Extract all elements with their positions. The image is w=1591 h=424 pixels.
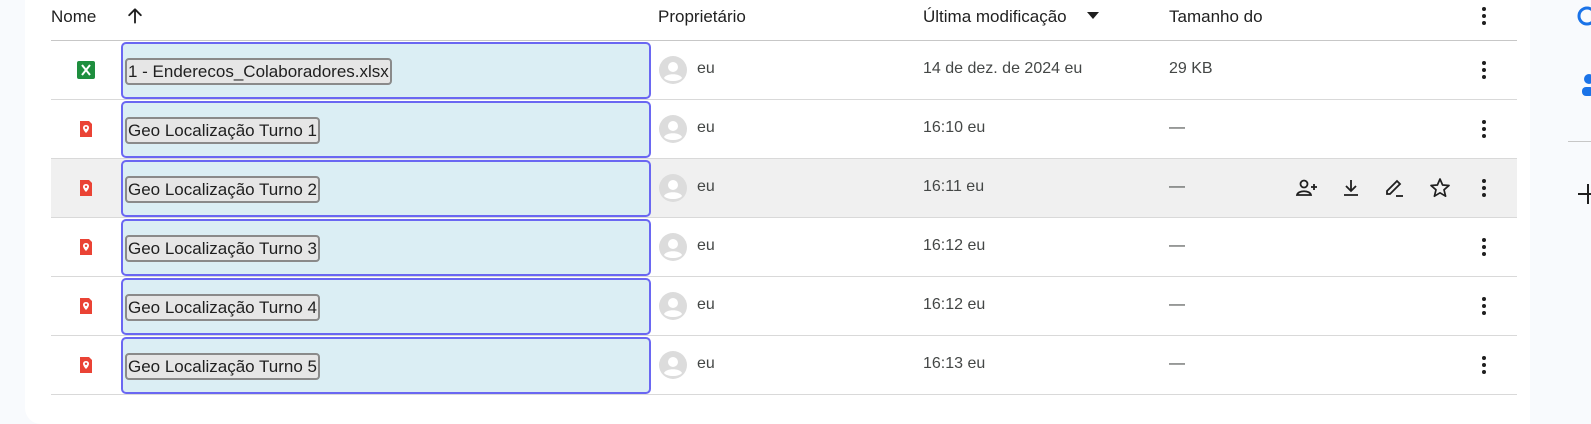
file-row[interactable]: Geo Localização Turno 4 eu 16:12 eu — <box>51 277 1517 336</box>
arrow-up-icon[interactable] <box>125 6 145 26</box>
file-size: — <box>1169 355 1185 372</box>
sheets-icon <box>77 61 95 79</box>
more-vert-icon[interactable] <box>1472 294 1496 318</box>
last-modified: 16:10 eu <box>923 119 986 136</box>
file-name-cell[interactable]: Geo Localização Turno 4 <box>121 278 651 335</box>
owner-name: eu <box>697 237 715 254</box>
column-owner-header[interactable]: Proprietário <box>658 0 746 33</box>
file-name[interactable]: Geo Localização Turno 5 <box>125 353 321 380</box>
caret-down-icon[interactable] <box>1087 12 1099 19</box>
side-divider <box>1568 141 1591 142</box>
owner-name: eu <box>697 178 715 195</box>
more-vert-icon[interactable] <box>1472 4 1496 28</box>
more-vert-icon[interactable] <box>1472 235 1496 259</box>
my-maps-icon <box>80 239 92 255</box>
file-name-cell[interactable]: Geo Localização Turno 3 <box>121 219 651 276</box>
file-name-cell[interactable]: Geo Localização Turno 1 <box>121 101 651 158</box>
last-modified: 16:12 eu <box>923 237 986 254</box>
download-icon[interactable] <box>1339 176 1363 200</box>
file-size: 29 KB <box>1169 60 1213 77</box>
more-vert-icon[interactable] <box>1472 353 1496 377</box>
my-maps-icon <box>80 298 92 314</box>
file-size: — <box>1169 296 1185 313</box>
last-modified: 14 de dez. de 2024 eu <box>923 60 1083 77</box>
contacts-icon[interactable] <box>1580 72 1591 98</box>
account-circle-icon <box>659 351 687 379</box>
file-list-header: Nome Proprietário Última modificação Tam… <box>51 0 1517 41</box>
file-name[interactable]: Geo Localização Turno 4 <box>125 294 321 321</box>
file-row[interactable]: Geo Localização Turno 2 eu 16:11 eu — <box>51 159 1517 218</box>
last-modified: 16:13 eu <box>923 355 986 372</box>
file-name-cell[interactable]: 1 - Enderecos_Colaboradores.xlsx <box>121 42 651 99</box>
more-vert-icon[interactable] <box>1472 176 1496 200</box>
more-vert-icon[interactable] <box>1472 58 1496 82</box>
file-name[interactable]: 1 - Enderecos_Colaboradores.xlsx <box>125 58 392 85</box>
calendar-icon[interactable] <box>1577 6 1591 26</box>
file-row[interactable]: Geo Localização Turno 1 eu 16:10 eu — <box>51 100 1517 159</box>
account-circle-icon <box>659 292 687 320</box>
my-maps-icon <box>80 180 92 196</box>
file-size: — <box>1169 178 1185 195</box>
owner-name: eu <box>697 355 715 372</box>
column-name-header[interactable]: Nome <box>51 0 96 33</box>
file-name[interactable]: Geo Localização Turno 3 <box>125 235 321 262</box>
account-circle-icon <box>659 233 687 261</box>
star-outline-icon[interactable] <box>1428 176 1452 200</box>
owner-name: eu <box>697 296 715 313</box>
more-vert-icon[interactable] <box>1472 117 1496 141</box>
file-row[interactable]: Geo Localização Turno 3 eu 16:12 eu — <box>51 218 1517 277</box>
my-maps-icon <box>80 121 92 137</box>
file-name-cell[interactable]: Geo Localização Turno 2 <box>121 160 651 217</box>
file-size: — <box>1169 119 1185 136</box>
file-size: — <box>1169 237 1185 254</box>
person-add-icon[interactable] <box>1295 176 1319 200</box>
account-circle-icon <box>659 174 687 202</box>
account-circle-icon <box>659 115 687 143</box>
add-icon[interactable] <box>1578 184 1591 204</box>
file-name[interactable]: Geo Localização Turno 1 <box>125 117 321 144</box>
file-name[interactable]: Geo Localização Turno 2 <box>125 176 321 203</box>
right-side-panel <box>1530 0 1591 424</box>
owner-name: eu <box>697 60 715 77</box>
column-size-header[interactable]: Tamanho do <box>1169 0 1263 33</box>
last-modified: 16:12 eu <box>923 296 986 313</box>
file-name-cell[interactable]: Geo Localização Turno 5 <box>121 337 651 394</box>
last-modified: 16:11 eu <box>923 178 985 195</box>
account-circle-icon <box>659 56 687 84</box>
file-row[interactable]: Geo Localização Turno 5 eu 16:13 eu — <box>51 336 1517 395</box>
owner-name: eu <box>697 119 715 136</box>
edit-icon[interactable] <box>1383 176 1407 200</box>
my-maps-icon <box>80 357 92 373</box>
column-modified-header[interactable]: Última modificação <box>923 0 1067 33</box>
file-row[interactable]: 1 - Enderecos_Colaboradores.xlsx eu 14 d… <box>51 41 1517 100</box>
